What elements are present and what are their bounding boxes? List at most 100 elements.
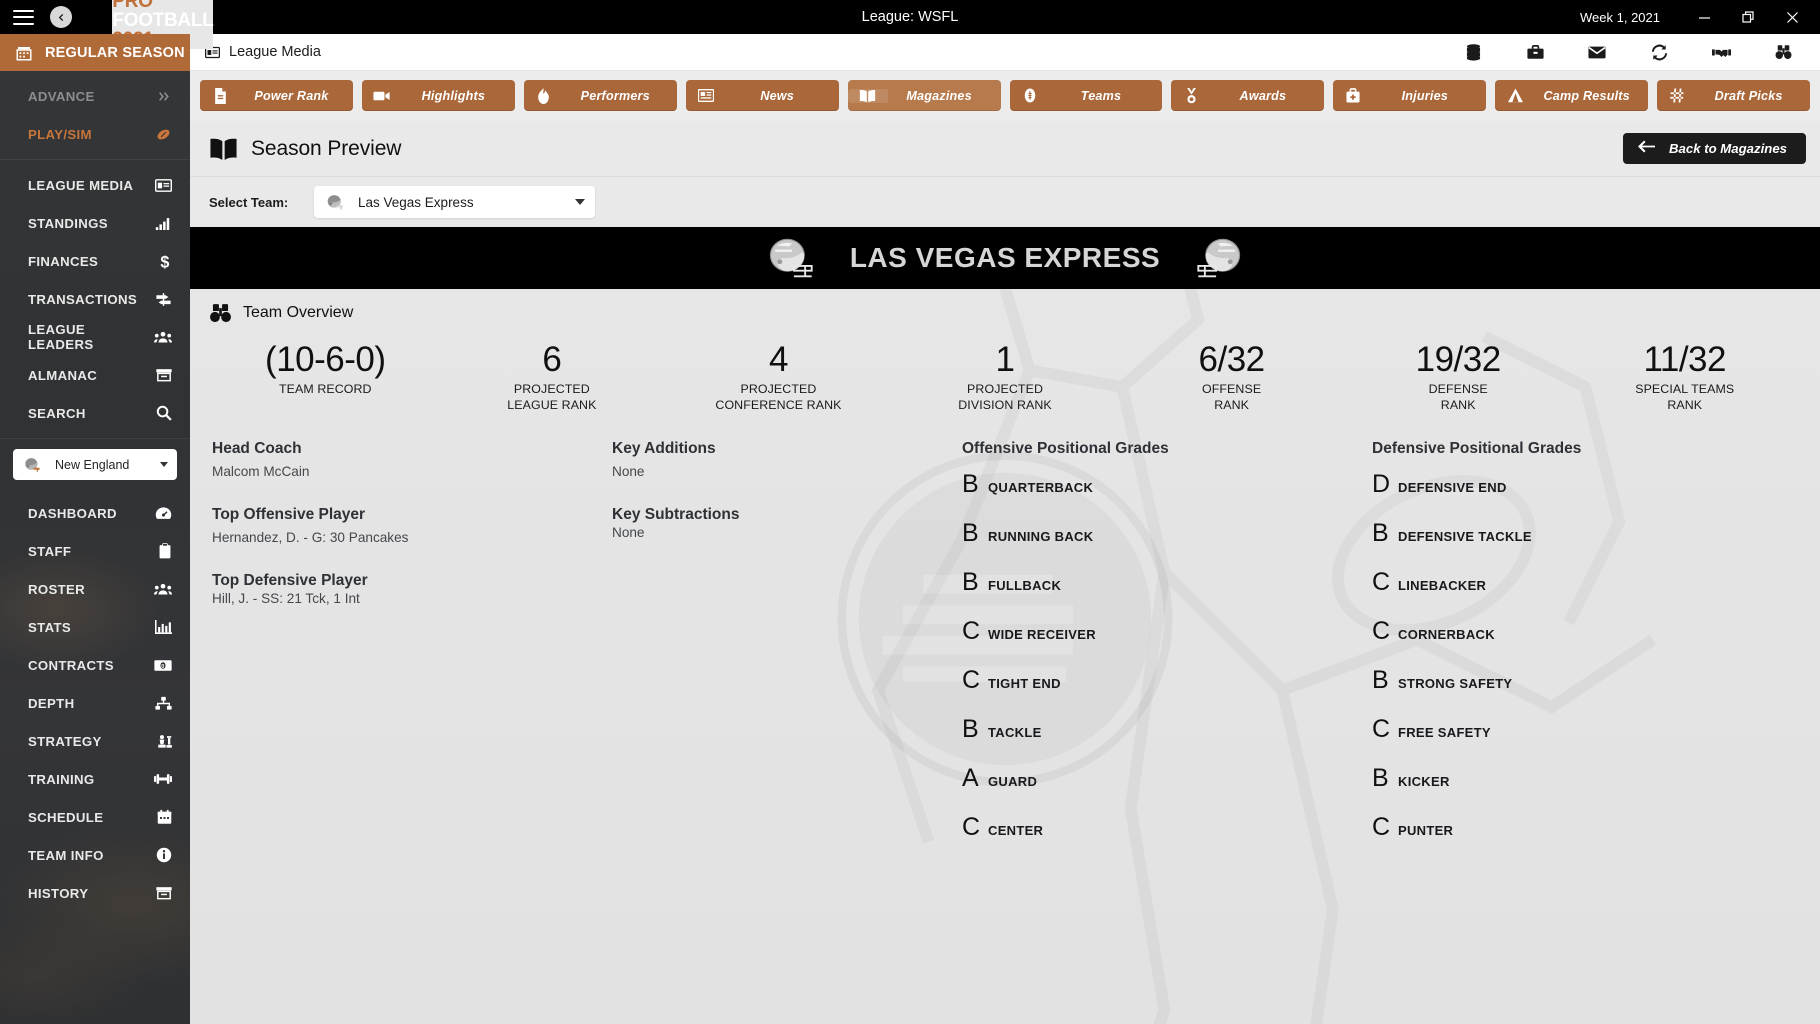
tab-camp-results[interactable]: Camp Results — [1495, 80, 1649, 111]
grade-value: C — [1372, 714, 1391, 743]
sidebar-item-depth[interactable]: DEPTH — [0, 684, 190, 722]
column-offensive-grades: Offensive Positional Grades B QUARTERBAC… — [962, 440, 1372, 864]
briefcase-icon[interactable] — [1504, 34, 1566, 71]
video-icon — [362, 90, 402, 102]
grade-value: B — [1372, 518, 1389, 547]
back-to-magazines-button[interactable]: Back to Magazines — [1623, 133, 1806, 164]
archive-icon — [152, 368, 172, 382]
bar-chart-icon — [152, 216, 172, 230]
tab-teams[interactable]: Teams — [1009, 80, 1163, 111]
refresh-icon[interactable] — [1628, 34, 1690, 71]
sidebar-item-league-media[interactable]: LEAGUE MEDIA — [0, 166, 190, 204]
key-additions-value: None — [612, 463, 645, 479]
team-picker[interactable]: New England — [13, 449, 177, 480]
tab-label: Power Rank — [254, 88, 329, 103]
select-team-label: Select Team: — [209, 194, 289, 210]
helmet-icon — [1188, 234, 1248, 282]
tab-highlights[interactable]: Highlights — [361, 80, 515, 111]
sidebar-item-advance[interactable]: ADVANCE — [0, 77, 190, 115]
sidebar-item-transactions[interactable]: TRANSACTIONS — [0, 280, 190, 318]
sidebar-item-training[interactable]: TRAINING — [0, 760, 190, 798]
week-indicator: Week 1, 2021 — [1580, 9, 1660, 25]
head-coach-value: Malcom McCain — [212, 463, 310, 479]
sidebar-item-play-sim[interactable]: PLAY/SIM — [0, 115, 190, 153]
grade-row: C LINEBACKER — [1372, 569, 1798, 619]
sidebar-item-label: ROSTER — [28, 581, 86, 597]
tab-news[interactable]: News — [685, 80, 839, 111]
sidebar-item-almanac[interactable]: ALMANAC — [0, 356, 190, 394]
sidebar-item-league-leaders[interactable]: LEAGUE LEADERS — [0, 318, 190, 356]
sidebar-item-label: TRAINING — [28, 771, 95, 787]
tab-label: Teams — [1080, 88, 1122, 103]
grade-row: B DEFENSIVE TACKLE — [1372, 518, 1798, 570]
grade-row: C TIGHT END — [962, 667, 1372, 717]
grade-row: C CENTER — [962, 814, 1372, 864]
stat-label: PROJECTED LEAGUE RANK — [507, 381, 597, 412]
grade-position: FULLBACK — [988, 577, 1062, 593]
helmet-icon — [324, 193, 348, 212]
football-icon — [152, 127, 172, 142]
database-icon[interactable] — [1442, 34, 1504, 71]
grade-value: C — [962, 616, 981, 645]
main-toolbar: League Media — [190, 34, 1820, 71]
sidebar-item-stats[interactable]: STATS — [0, 608, 190, 646]
regular-season-header[interactable]: REGULAR SEASON — [0, 34, 190, 71]
sidebar-item-label: STANDINGS — [28, 215, 108, 231]
book-icon — [847, 88, 888, 103]
stat-projected-division-rank: 1 PROJECTED DIVISION RANK — [892, 341, 1119, 414]
sidebar-item-roster[interactable]: ROSTER — [0, 570, 190, 608]
tab-label: Camp Results — [1543, 88, 1630, 103]
menu-icon[interactable] — [13, 9, 34, 25]
sidebar-item-label: LEAGUE LEADERS — [28, 322, 94, 352]
grade-row: B QUARTERBACK — [962, 471, 1372, 521]
sidebar-item-strategy[interactable]: STRATEGY — [0, 722, 190, 760]
sidebar-item-dashboard[interactable]: DASHBOARD — [0, 494, 190, 532]
tab-magazines[interactable]: Magazines — [847, 80, 1001, 111]
tent-icon — [1495, 88, 1535, 103]
chart-icon — [152, 620, 172, 634]
tab-awards[interactable]: Awards — [1171, 80, 1325, 111]
select-team-dropdown[interactable]: Las Vegas Express — [314, 186, 595, 218]
team-banner: LAS VEGAS EXPRESS — [190, 227, 1820, 289]
grade-position: CENTER — [988, 822, 1044, 838]
sidebar-item-search[interactable]: SEARCH — [0, 394, 190, 432]
stat-value: 4 — [768, 340, 788, 379]
sidebar-item-contracts[interactable]: CONTRACTS 0 — [0, 646, 190, 684]
sidebar-item-staff[interactable]: STAFF — [0, 532, 190, 570]
tab-performers[interactable]: Performers — [523, 80, 677, 111]
back-arrow-icon[interactable] — [50, 6, 72, 28]
sidebar-item-history[interactable]: HISTORY — [0, 874, 190, 912]
select-team-row: Select Team: Las Vegas Express — [190, 177, 1820, 227]
sidebar-item-schedule[interactable]: SCHEDULE — [0, 798, 190, 836]
helmet-icon — [762, 234, 822, 282]
handshake-icon[interactable] — [1690, 34, 1752, 71]
stat-value: 19/32 — [1415, 340, 1502, 379]
tab-power-rank[interactable]: Power Rank — [200, 80, 353, 111]
grade-value: B — [1372, 763, 1389, 792]
tab-injuries[interactable]: Injuries — [1333, 80, 1487, 111]
close-button[interactable] — [1770, 0, 1814, 34]
grade-position: STRONG SAFETY — [1398, 675, 1513, 691]
arrow-left-icon — [1638, 140, 1655, 158]
grade-row: C PUNTER — [1372, 814, 1798, 864]
stat-label: TEAM RECORD — [278, 381, 372, 396]
application-window: DRAFT • DAY • SPORTS PROFOOTBALL2021 Lea… — [0, 0, 1820, 1024]
stat-value: 6/32 — [1198, 340, 1266, 379]
detail-columns: Head Coach Malcom McCain Top Offensive P… — [190, 414, 1820, 864]
grade-value: D — [1372, 469, 1391, 498]
tab-draft-picks[interactable]: Draft Picks — [1657, 80, 1811, 111]
sidebar-item-finances[interactable]: FINANCES $ — [0, 242, 190, 280]
sidebar-item-team-info[interactable]: TEAM INFO — [0, 836, 190, 874]
minimize-button[interactable] — [1682, 0, 1726, 34]
sidebar-item-standings[interactable]: STANDINGS — [0, 204, 190, 242]
binoculars-icon[interactable] — [1752, 34, 1814, 71]
sidebar-item-label: STAFF — [28, 543, 72, 559]
mail-icon[interactable] — [1566, 34, 1628, 71]
stat-offense-rank: 6/32 OFFENSE RANK — [1118, 341, 1345, 414]
restore-button[interactable] — [1726, 0, 1770, 34]
stat-value: 1 — [995, 340, 1015, 379]
content-inner: Team Overview (10-6-0) TEAM RECORD 6 PRO… — [190, 289, 1820, 864]
football-icon — [1010, 88, 1050, 103]
stat-defense-rank: 19/32 DEFENSE RANK — [1345, 341, 1572, 414]
grade-row: A GUARD — [962, 765, 1372, 815]
